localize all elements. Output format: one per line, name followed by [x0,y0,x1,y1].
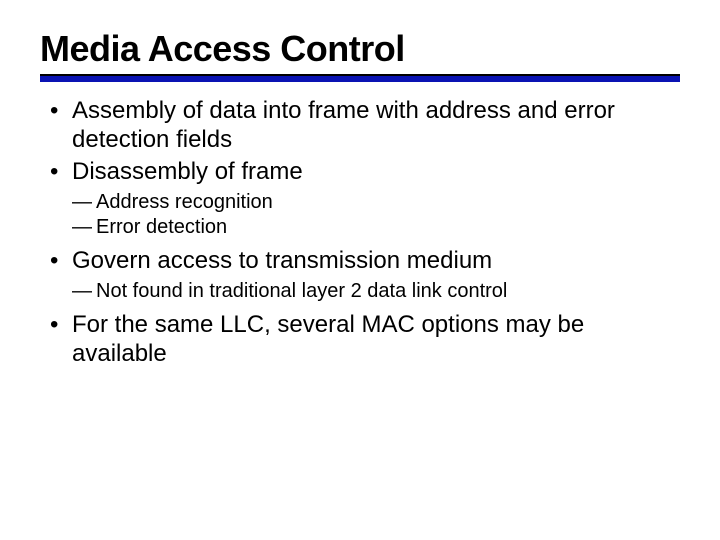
slide-title: Media Access Control [40,28,680,70]
bullet-item: Assembly of data into frame with address… [44,96,680,155]
sub-bullet-text: Address recognition [96,191,273,213]
bullet-list: Assembly of data into frame with address… [44,96,680,369]
bullet-item: For the same LLC, several MAC options ma… [44,310,680,369]
bullet-item: Govern access to transmission medium Not… [44,246,680,304]
bullet-item: Disassembly of frame Address recognition… [44,157,680,240]
bullet-text: For the same LLC, several MAC options ma… [72,311,584,367]
sub-bullet-list: Address recognition Error detection [72,190,680,240]
bullet-text: Assembly of data into frame with address… [72,97,615,153]
sub-bullet-item: Error detection [72,215,680,240]
bullet-text: Disassembly of frame [72,158,303,185]
slide-content: Assembly of data into frame with address… [40,96,680,369]
sub-bullet-text: Error detection [96,216,227,238]
title-rule-thick [40,76,680,82]
sub-bullet-item: Address recognition [72,190,680,215]
sub-bullet-text: Not found in traditional layer 2 data li… [96,280,507,302]
sub-bullet-item: Not found in traditional layer 2 data li… [72,279,680,304]
bullet-text: Govern access to transmission medium [72,247,492,274]
sub-bullet-list: Not found in traditional layer 2 data li… [72,279,680,304]
slide: Media Access Control Assembly of data in… [0,0,720,540]
